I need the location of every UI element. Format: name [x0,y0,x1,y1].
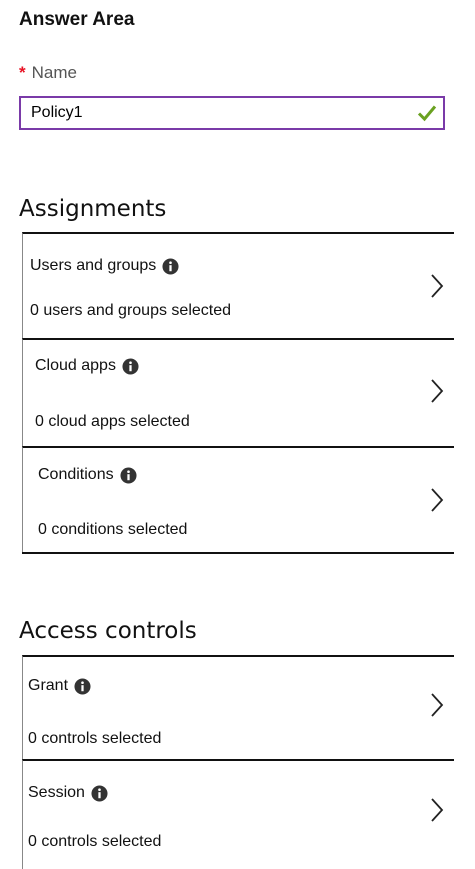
chevron-right-icon [431,693,444,717]
chevron-right-icon [431,798,444,822]
assignments-bottom-border [22,552,454,554]
info-icon[interactable] [162,257,179,275]
row-cloud-apps[interactable]: Cloud apps 0 cloud apps selected [22,338,454,448]
row-users-and-groups[interactable]: Users and groups 0 users and groups sele… [22,232,454,340]
assignments-heading: Assignments [19,196,167,222]
answer-area-title: Answer Area [19,9,135,30]
row-label: Session [28,784,85,801]
row-title: Users and groups [30,257,179,275]
row-label: Conditions [38,466,114,483]
info-icon[interactable] [120,466,137,484]
info-icon[interactable] [74,677,91,695]
row-label: Users and groups [30,257,157,274]
name-input-value[interactable]: Policy1 [31,104,415,122]
row-label: Grant [28,677,69,694]
row-label: Cloud apps [35,357,116,374]
access-controls-heading: Access controls [19,618,197,644]
row-status: 0 users and groups selected [30,302,232,319]
name-label: * Name [19,63,77,83]
name-label-text: Name [31,63,77,82]
name-input[interactable]: Policy1 [19,96,445,130]
required-marker: * [19,63,26,82]
row-grant[interactable]: Grant 0 controls selected [22,655,454,761]
row-status: 0 conditions selected [38,521,188,538]
row-title: Session [28,784,108,802]
chevron-right-icon [431,274,444,298]
row-title: Cloud apps [35,357,139,375]
check-icon [417,105,437,122]
row-conditions[interactable]: Conditions 0 conditions selected [22,446,454,554]
chevron-right-icon [431,379,444,403]
row-status: 0 controls selected [28,730,162,747]
info-icon[interactable] [91,784,108,802]
chevron-right-icon [431,488,444,512]
row-title: Grant [28,677,91,695]
info-icon[interactable] [122,357,139,375]
row-status: 0 controls selected [28,833,162,850]
row-session[interactable]: Session 0 controls selected [22,759,454,869]
row-title: Conditions [38,466,137,484]
row-status: 0 cloud apps selected [35,413,190,430]
